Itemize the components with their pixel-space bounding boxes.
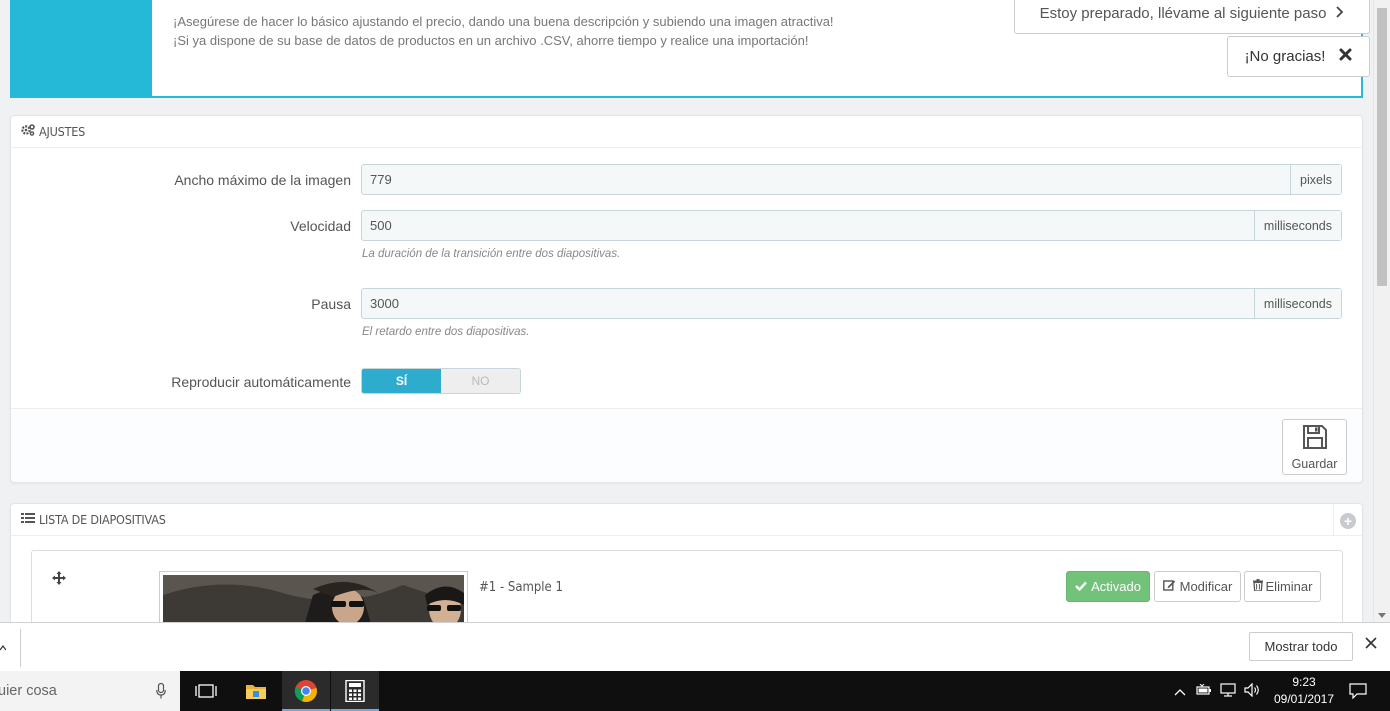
settings-title: AJUSTES xyxy=(39,124,86,139)
clock-time: 9:23 xyxy=(1292,675,1316,689)
field-label: Pausa xyxy=(311,296,351,312)
slides-title: LISTA DE DIAPOSITIVAS xyxy=(39,512,166,527)
speed-input[interactable]: 500 milliseconds xyxy=(361,210,1342,241)
next-step-button[interactable]: Estoy preparado, llévame al siguiente pa… xyxy=(1014,0,1370,34)
edit-slide-button[interactable]: Modificar xyxy=(1154,571,1241,602)
scrollbar-thumb[interactable] xyxy=(1377,8,1387,286)
banner-text-line-2: ¡Si ya dispone de su base de datos de pr… xyxy=(173,33,809,48)
gears-icon xyxy=(21,124,35,139)
system-tray xyxy=(1174,671,1262,711)
floppy-disk-icon xyxy=(1302,424,1328,453)
field-help: El retardo entre dos diapositivas. xyxy=(362,326,530,338)
delete-slide-button[interactable]: Eliminar xyxy=(1244,571,1321,602)
close-download-bar-icon[interactable] xyxy=(1365,636,1377,654)
task-view-icon[interactable] xyxy=(182,671,230,711)
image-width-input[interactable]: 779 pixels xyxy=(361,164,1342,195)
show-all-button[interactable]: Mostrar todo xyxy=(1249,632,1353,661)
no-thanks-label: ¡No gracias! xyxy=(1244,48,1326,65)
heading-divider xyxy=(1333,504,1334,536)
settings-panel: AJUSTES Ancho máximo de la imagen 779 pi… xyxy=(10,115,1363,483)
input-value[interactable]: 3000 xyxy=(362,289,1254,318)
search-text[interactable]: uier cosa xyxy=(0,683,57,699)
field-label: Reproducir automáticamente xyxy=(171,374,351,390)
network-icon[interactable] xyxy=(1220,682,1236,700)
field-label: Velocidad xyxy=(290,218,351,234)
add-slide-icon[interactable]: + xyxy=(1340,513,1356,529)
list-icon xyxy=(21,512,35,527)
save-label: Guardar xyxy=(1291,456,1338,471)
switch-yes[interactable]: SÍ xyxy=(362,369,441,393)
chrome-icon[interactable] xyxy=(282,671,330,711)
field-help: La duración de la transición entre dos d… xyxy=(362,248,621,260)
drag-handle-icon[interactable] xyxy=(52,571,66,590)
slide-status-button[interactable]: Activado xyxy=(1066,571,1150,602)
delete-label: Eliminar xyxy=(1265,579,1313,594)
settings-panel-footer: Guardar xyxy=(11,408,1362,482)
status-label: Activado xyxy=(1091,579,1141,594)
check-icon xyxy=(1075,579,1087,594)
slide-title: #1 - Sample 1 xyxy=(479,580,563,595)
unit-addon: milliseconds xyxy=(1253,289,1341,318)
show-hidden-icons-icon[interactable] xyxy=(1174,684,1186,699)
edit-label: Modificar xyxy=(1179,579,1233,594)
unit-addon: pixels xyxy=(1290,165,1341,194)
download-bar-separator xyxy=(20,629,21,667)
field-label: Ancho máximo de la imagen xyxy=(174,172,351,188)
edit-icon xyxy=(1162,579,1176,594)
unit-addon: milliseconds xyxy=(1253,211,1341,240)
pause-input[interactable]: 3000 milliseconds xyxy=(361,288,1342,319)
banner-text-line-1: ¡Asegúrese de hacer lo básico ajustando … xyxy=(173,14,834,29)
next-step-label: Estoy preparado, llévame al siguiente pa… xyxy=(1039,5,1327,22)
volume-icon[interactable] xyxy=(1244,682,1262,700)
clock-date: 09/01/2017 xyxy=(1273,692,1335,706)
windows-taskbar: uier cosa 9:23 09/01/2017 xyxy=(0,671,1390,711)
file-explorer-icon[interactable] xyxy=(232,671,280,711)
download-bar: Mostrar todo xyxy=(0,622,1390,671)
page-scrollbar[interactable] xyxy=(1373,0,1390,622)
input-value[interactable]: 500 xyxy=(362,211,1254,240)
trash-icon xyxy=(1252,579,1263,594)
chevron-up-icon[interactable] xyxy=(0,640,7,654)
chevron-right-icon xyxy=(1336,5,1344,22)
no-thanks-button[interactable]: ¡No gracias! xyxy=(1227,36,1370,77)
action-center-icon[interactable] xyxy=(1349,671,1367,711)
input-value[interactable]: 779 xyxy=(362,165,1290,194)
save-button[interactable]: Guardar xyxy=(1282,419,1347,475)
microphone-icon[interactable] xyxy=(156,682,166,702)
scroll-down-arrow[interactable] xyxy=(1378,613,1386,618)
taskbar-clock[interactable]: 9:23 09/01/2017 xyxy=(1270,674,1338,708)
calculator-icon[interactable] xyxy=(331,671,379,711)
banner-accent xyxy=(12,0,152,96)
settings-panel-heading: AJUSTES xyxy=(11,116,1362,148)
taskbar-search-box[interactable]: uier cosa xyxy=(0,671,180,711)
autoplay-switch[interactable]: SÍ NO xyxy=(361,368,521,394)
battery-icon[interactable] xyxy=(1196,683,1212,699)
switch-no[interactable]: NO xyxy=(441,369,520,393)
slides-panel-heading: LISTA DE DIAPOSITIVAS xyxy=(11,504,1362,536)
close-icon xyxy=(1339,48,1352,65)
